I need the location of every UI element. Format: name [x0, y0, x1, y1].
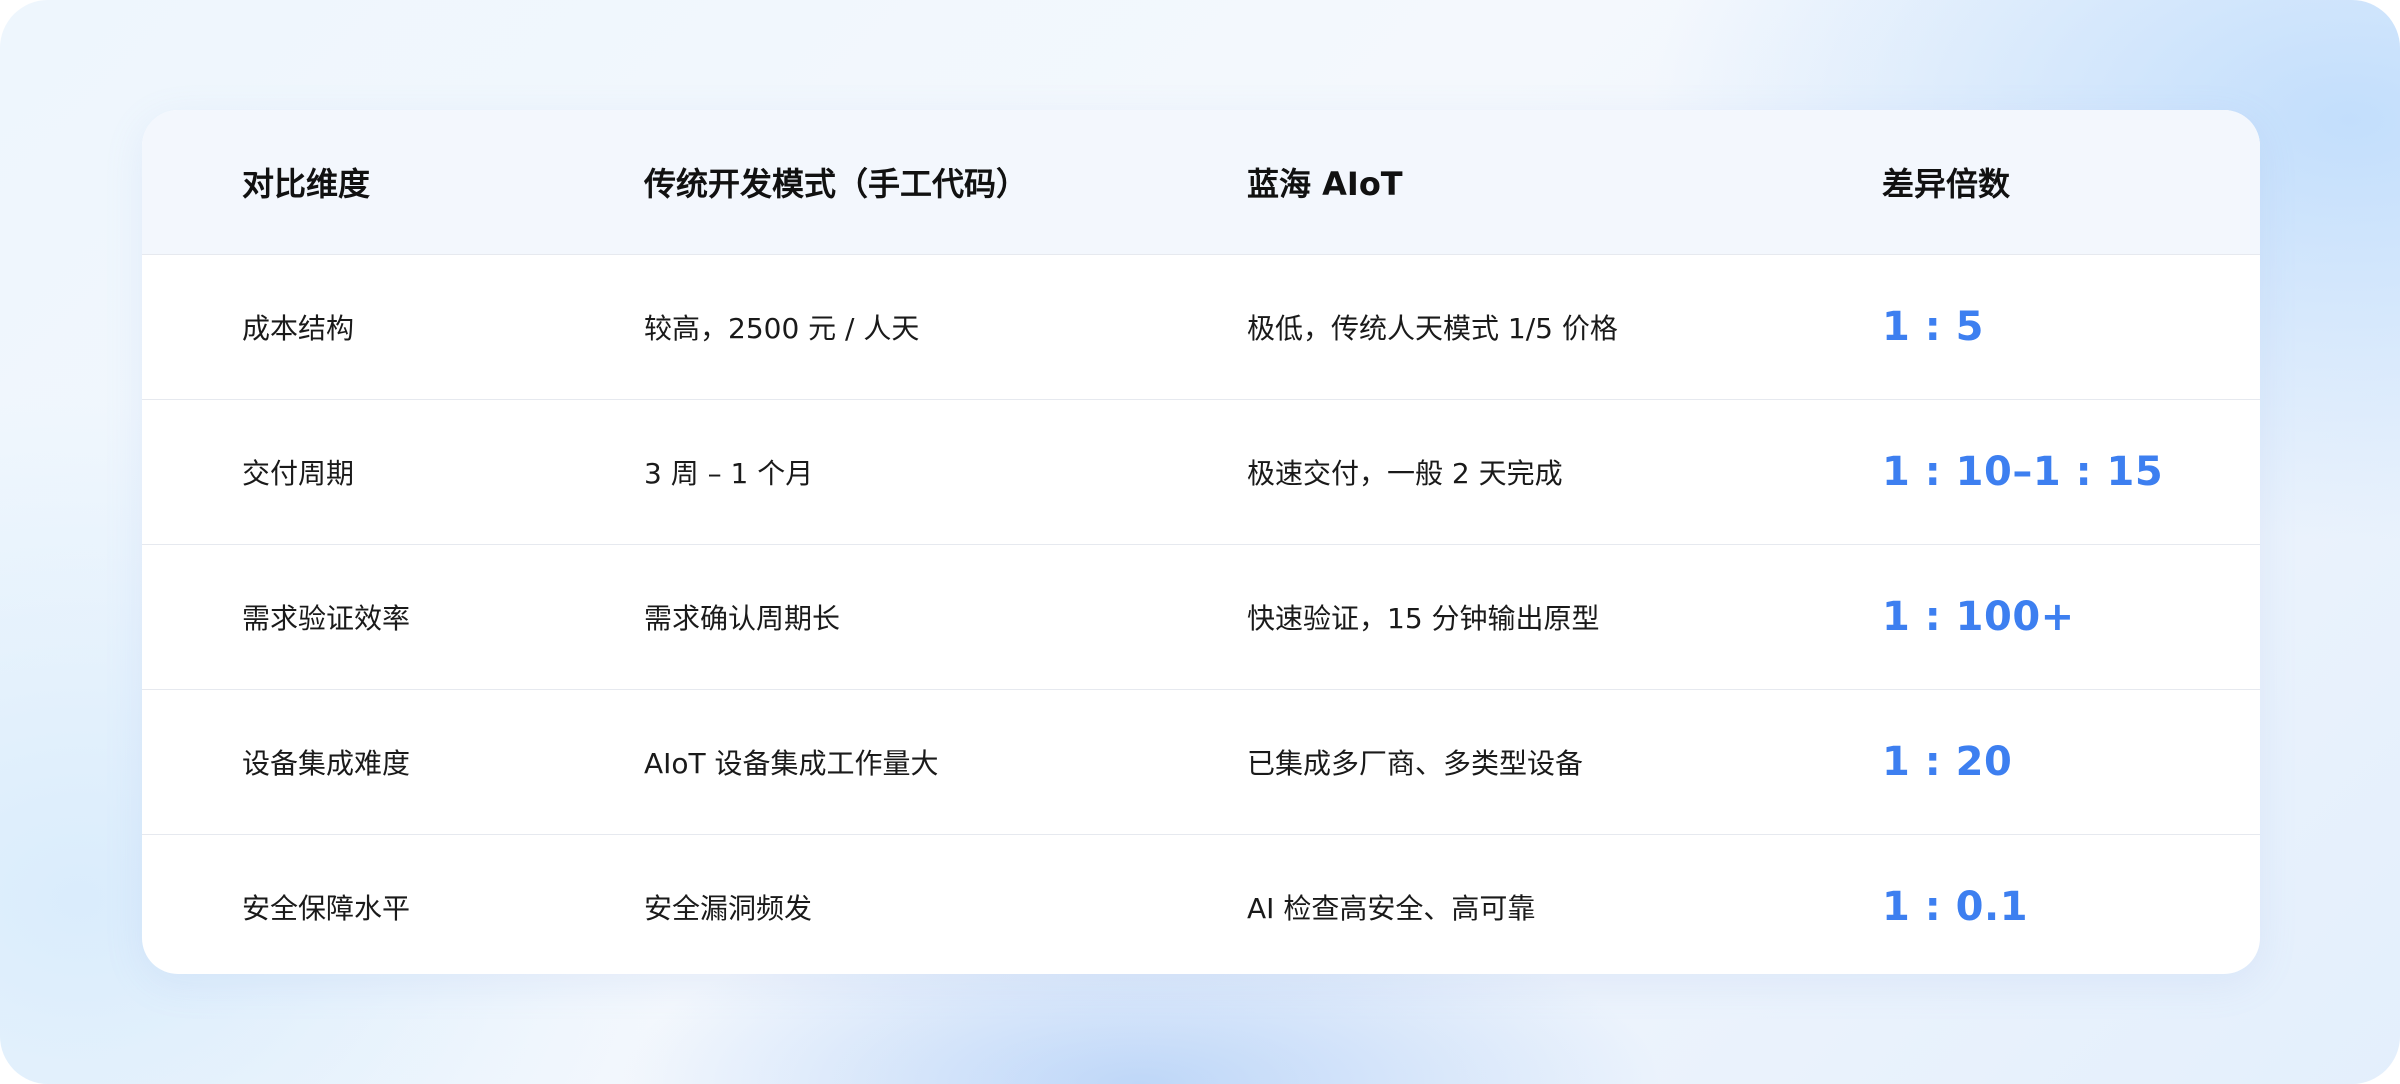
comparison-table: 对比维度 传统开发模式（手工代码） 蓝海 AIoT 差异倍数 成本结构 较高，2…: [142, 110, 2260, 974]
row-dimension: 安全保障水平: [242, 892, 411, 925]
row-dimension: 需求验证效率: [242, 602, 411, 635]
row-lanhai: AI 检查高安全、高可靠: [1247, 892, 1536, 925]
row-lanhai: 快速验证，15 分钟输出原型: [1247, 602, 1600, 635]
header-dimension: 对比维度: [242, 165, 371, 203]
row-lanhai: 极低，传统人天模式 1/5 价格: [1247, 312, 1618, 345]
row-traditional: 3 周 – 1 个月: [644, 457, 814, 490]
table-row: 设备集成难度 AIoT 设备集成工作量大 已集成多厂商、多类型设备 1 : 20: [142, 689, 2260, 834]
row-traditional: AIoT 设备集成工作量大: [644, 747, 939, 780]
row-lanhai: 已集成多厂商、多类型设备: [1247, 747, 1584, 780]
row-dimension: 成本结构: [242, 312, 355, 345]
row-ratio: 1 : 100+: [1882, 594, 2075, 640]
header-ratio: 差异倍数: [1882, 165, 2011, 203]
row-lanhai: 极速交付，一般 2 天完成: [1247, 457, 1563, 490]
row-ratio: 1 : 0.1: [1882, 884, 2029, 930]
row-dimension: 交付周期: [242, 457, 355, 490]
row-traditional: 需求确认周期长: [644, 602, 841, 635]
row-dimension: 设备集成难度: [242, 747, 411, 780]
row-ratio: 1 : 5: [1882, 304, 1985, 350]
table-header-row: 对比维度 传统开发模式（手工代码） 蓝海 AIoT 差异倍数: [142, 110, 2260, 254]
row-ratio: 1 : 10–1 : 15: [1882, 449, 2164, 495]
row-ratio: 1 : 20: [1882, 739, 2013, 785]
table-row: 成本结构 较高，2500 元 / 人天 极低，传统人天模式 1/5 价格 1 :…: [142, 254, 2260, 399]
row-traditional: 安全漏洞频发: [644, 892, 813, 925]
table-row: 安全保障水平 安全漏洞频发 AI 检查高安全、高可靠 1 : 0.1: [142, 834, 2260, 974]
table-row: 需求验证效率 需求确认周期长 快速验证，15 分钟输出原型 1 : 100+: [142, 544, 2260, 689]
row-traditional: 较高，2500 元 / 人天: [644, 312, 920, 345]
header-lanhai-aiot: 蓝海 AIoT: [1247, 165, 1403, 203]
page-background: 对比维度 传统开发模式（手工代码） 蓝海 AIoT 差异倍数 成本结构 较高，2…: [0, 0, 2400, 1084]
header-traditional: 传统开发模式（手工代码）: [644, 165, 1029, 203]
table-row: 交付周期 3 周 – 1 个月 极速交付，一般 2 天完成 1 : 10–1 :…: [142, 399, 2260, 544]
